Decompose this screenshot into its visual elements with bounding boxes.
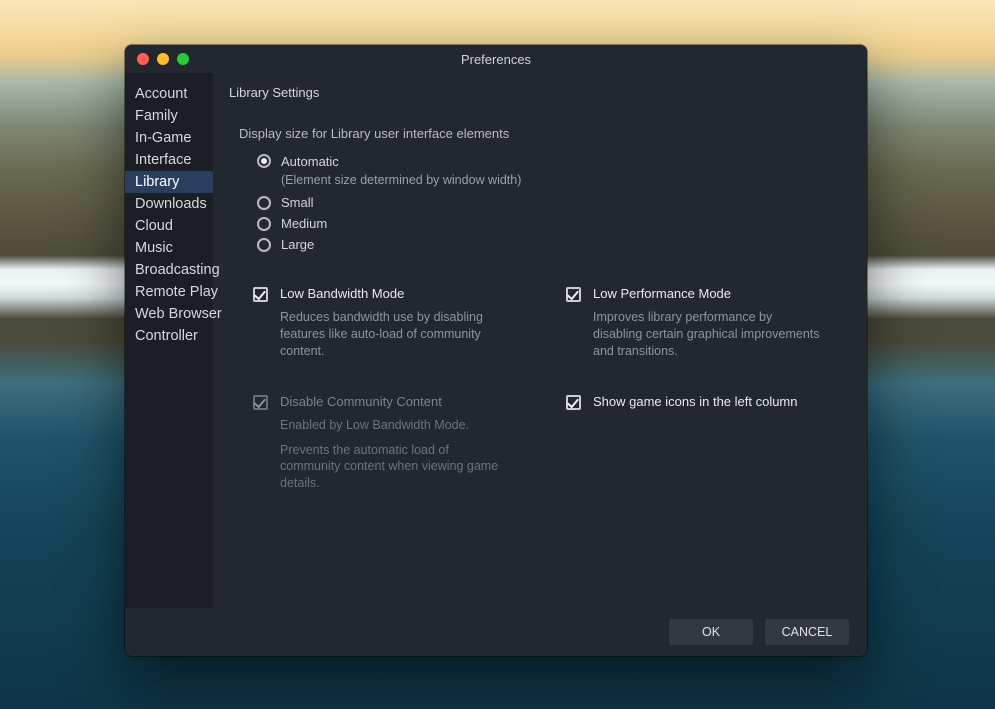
- radio-label: Automatic: [281, 154, 339, 169]
- option-low-bandwidth[interactable]: Low Bandwidth Mode Reduces bandwidth use…: [253, 286, 526, 360]
- sidebar-item-remote-play[interactable]: Remote Play: [125, 281, 213, 303]
- option-desc: Reduces bandwidth use by disabling featu…: [280, 309, 510, 360]
- options-col-left: Low Bandwidth Mode Reduces bandwidth use…: [253, 286, 526, 526]
- radio-small[interactable]: Small: [257, 195, 839, 210]
- checkbox-icon: [566, 395, 581, 410]
- preferences-window: Preferences Account Family In-Game Inter…: [125, 45, 867, 656]
- display-size-label: Display size for Library user interface …: [239, 126, 839, 141]
- sidebar-item-cloud[interactable]: Cloud: [125, 215, 213, 237]
- sidebar-item-library[interactable]: Library: [125, 171, 213, 193]
- option-label: Low Performance Mode: [593, 286, 823, 301]
- option-show-game-icons[interactable]: Show game icons in the left column: [566, 394, 839, 410]
- window-title: Preferences: [125, 52, 867, 67]
- sidebar-item-family[interactable]: Family: [125, 105, 213, 127]
- option-note: Enabled by Low Bandwidth Mode.: [280, 417, 510, 434]
- minimize-icon[interactable]: [157, 53, 169, 65]
- checkbox-icon: [566, 287, 581, 302]
- option-desc: Prevents the automatic load of community…: [280, 442, 510, 493]
- ok-button[interactable]: OK: [669, 619, 753, 645]
- sidebar: Account Family In-Game Interface Library…: [125, 73, 213, 608]
- radio-label: Large: [281, 237, 314, 252]
- option-label: Disable Community Content: [280, 394, 510, 409]
- close-icon[interactable]: [137, 53, 149, 65]
- options-col-right: Low Performance Mode Improves library pe…: [566, 286, 839, 526]
- radio-label: Medium: [281, 216, 327, 231]
- zoom-icon[interactable]: [177, 53, 189, 65]
- window-controls: [125, 53, 189, 65]
- section-title: Library Settings: [229, 85, 839, 100]
- display-size-radio-group: Automatic (Element size determined by wi…: [257, 153, 839, 252]
- sidebar-item-interface[interactable]: Interface: [125, 149, 213, 171]
- window-body: Account Family In-Game Interface Library…: [125, 73, 867, 608]
- option-label: Low Bandwidth Mode: [280, 286, 510, 301]
- radio-automatic[interactable]: Automatic (Element size determined by wi…: [257, 153, 839, 189]
- footer: OK CANCEL: [125, 608, 867, 656]
- sidebar-item-broadcasting[interactable]: Broadcasting: [125, 259, 213, 281]
- option-label: Show game icons in the left column: [593, 394, 798, 409]
- option-desc: Improves library performance by disablin…: [593, 309, 823, 360]
- radio-medium[interactable]: Medium: [257, 216, 839, 231]
- radio-icon: [257, 217, 271, 231]
- sidebar-item-in-game[interactable]: In-Game: [125, 127, 213, 149]
- titlebar: Preferences: [125, 45, 867, 73]
- sidebar-item-web-browser[interactable]: Web Browser: [125, 303, 213, 325]
- sidebar-item-downloads[interactable]: Downloads: [125, 193, 213, 215]
- option-disable-community: Disable Community Content Enabled by Low…: [253, 394, 526, 493]
- main-panel: Library Settings Display size for Librar…: [213, 73, 867, 608]
- options-grid: Low Bandwidth Mode Reduces bandwidth use…: [253, 286, 839, 526]
- radio-sublabel: (Element size determined by window width…: [281, 173, 521, 187]
- option-low-performance[interactable]: Low Performance Mode Improves library pe…: [566, 286, 839, 360]
- radio-icon: [257, 154, 271, 168]
- radio-large[interactable]: Large: [257, 237, 839, 252]
- cancel-button[interactable]: CANCEL: [765, 619, 849, 645]
- radio-icon: [257, 238, 271, 252]
- checkbox-icon: [253, 395, 268, 410]
- sidebar-item-music[interactable]: Music: [125, 237, 213, 259]
- radio-label: Small: [281, 195, 314, 210]
- sidebar-item-controller[interactable]: Controller: [125, 325, 213, 347]
- checkbox-icon: [253, 287, 268, 302]
- radio-icon: [257, 196, 271, 210]
- sidebar-item-account[interactable]: Account: [125, 83, 213, 105]
